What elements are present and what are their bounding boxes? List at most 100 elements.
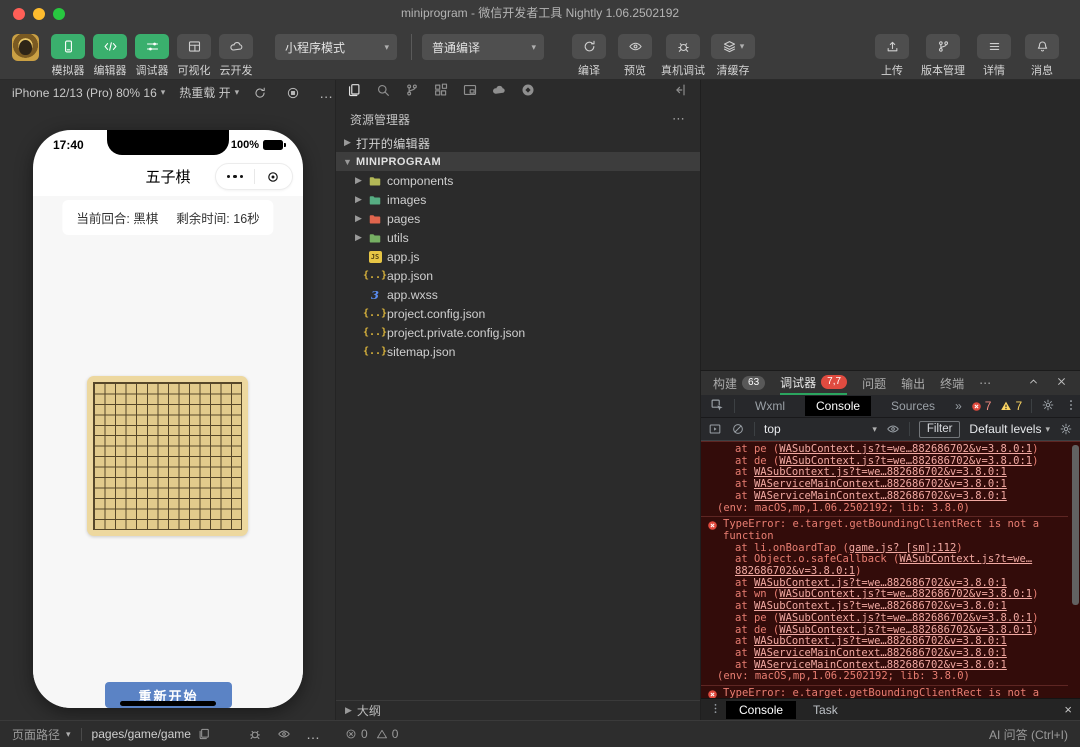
debug-tab-build[interactable]: 构建 63 [713, 371, 766, 395]
tree-item-pages[interactable]: ▶ pages [336, 209, 700, 228]
live-expression-icon[interactable] [886, 422, 900, 436]
debug-tab-problems[interactable]: 问题 [862, 371, 886, 395]
drawer-menu-button[interactable] [709, 702, 722, 718]
debug-tab-output[interactable]: 输出 [901, 371, 925, 395]
tree-item-app-js[interactable]: JS app.js [336, 247, 700, 266]
console-warning-count[interactable]: 7 [1000, 399, 1022, 413]
fullscreen-window-button[interactable] [53, 8, 65, 20]
simulator-stop-button[interactable] [286, 86, 300, 100]
drawer-tab-task[interactable]: Task [800, 701, 851, 719]
clear-console-button[interactable] [731, 422, 745, 436]
outline-section[interactable]: ▶ 大纲 [336, 700, 700, 720]
close-debugger-button[interactable] [1055, 375, 1068, 391]
debug-tabs-more-button[interactable]: ⋯ [979, 376, 992, 390]
tree-item-components[interactable]: ▶ components [336, 171, 700, 190]
activity-package-icon[interactable] [520, 82, 536, 103]
gomoku-board[interactable] [87, 376, 248, 536]
tree-section-open-editors[interactable]: ▶ 打开的编辑器 [336, 133, 700, 152]
stack-link[interactable]: WASubContext.js?t=we…882686702&v=3.8.0:1 [754, 600, 1007, 612]
device-debug-button[interactable]: 真机调试 [661, 34, 705, 78]
more-menu-button[interactable] [216, 174, 254, 179]
simulator-button[interactable]: 模拟器 [49, 34, 87, 78]
stack-link[interactable]: WASubContext.js?t=we…882686702&v=3.8.0:1 [779, 443, 1032, 455]
tree-item-sitemap-json[interactable]: {..} sitemap.json [336, 342, 700, 361]
debugger-button[interactable]: 调试器 [133, 34, 171, 78]
devtools-tab-console[interactable]: Console [805, 396, 872, 416]
console-scrollbar[interactable] [1072, 445, 1079, 605]
activity-extensions-icon[interactable] [433, 82, 449, 103]
devtools-menu-button[interactable] [1064, 398, 1078, 415]
collapse-debugger-button[interactable] [1027, 375, 1040, 391]
version-control-button[interactable]: 版本管理 [921, 34, 965, 78]
tree-item-images[interactable]: ▶ images [336, 190, 700, 209]
stack-link[interactable]: game.js? [sm]:112 [849, 542, 956, 554]
drawer-tab-console[interactable]: Console [726, 700, 797, 719]
device-selector[interactable]: iPhone 12/13 (Pro) 80% 16 ▾ [12, 86, 165, 100]
debug-tab-debugger[interactable]: 调试器 7,7 [780, 371, 848, 395]
stack-link[interactable]: WAServiceMainContext…882686702&v=3.8.0:1 [754, 490, 1007, 502]
tree-item-app-wxss[interactable]: 3 app.wxss [336, 285, 700, 304]
collapse-panel-button[interactable] [672, 82, 688, 103]
activity-files-icon[interactable] [346, 82, 362, 103]
activity-source-control-icon[interactable] [404, 82, 420, 103]
activity-preview-icon[interactable] [462, 82, 478, 103]
close-drawer-button[interactable]: × [1064, 702, 1072, 717]
tree-item-utils[interactable]: ▶ utils [336, 228, 700, 247]
console-settings-button[interactable] [1059, 422, 1073, 436]
stack-link[interactable]: WAServiceMainContext…882686702&v=3.8.0:1 [754, 659, 1007, 671]
clear-cache-button[interactable]: ▾ 清缓存 [711, 34, 755, 78]
compile-button[interactable]: 编译 [569, 34, 609, 78]
upload-button[interactable]: 上传 [873, 34, 911, 78]
log-levels-dropdown[interactable]: Default levels ▾ [969, 422, 1050, 436]
activity-cloud-filled-icon[interactable] [491, 82, 507, 103]
close-miniprogram-button[interactable] [255, 170, 293, 184]
editor-button[interactable]: 编辑器 [91, 34, 129, 78]
minimize-window-button[interactable] [33, 8, 45, 20]
more-tabs-button[interactable]: » [955, 399, 962, 413]
stack-link[interactable]: WAServiceMainContext…882686702&v=3.8.0:1 [754, 478, 1007, 490]
preview-button[interactable]: 预览 [615, 34, 655, 78]
copy-icon[interactable] [197, 727, 211, 741]
stack-link[interactable]: WAServiceMainContext…882686702&v=3.8.0:1 [754, 647, 1007, 659]
visualize-button[interactable]: 可视化 [175, 34, 213, 78]
eye-icon[interactable] [277, 727, 291, 741]
compile-mode-dropdown[interactable]: 普通编译 ▾ [422, 34, 544, 60]
tree-section-miniprogram-root[interactable]: ▼ MINIPROGRAM [336, 152, 700, 171]
stack-link[interactable]: WASubContext.js?t=we…882686702&v=3.8.0:1 [735, 553, 1032, 577]
user-avatar[interactable] [12, 34, 39, 61]
ai-assistant-button[interactable]: AI 问答 (Ctrl+I) [989, 721, 1068, 747]
stack-link[interactable]: WASubContext.js?t=we…882686702&v=3.8.0:1 [779, 612, 1032, 624]
inspect-element-button[interactable] [709, 397, 725, 416]
cloud-dev-button[interactable]: 云开发 [217, 34, 255, 78]
activity-search-icon[interactable] [375, 82, 391, 103]
stack-link[interactable]: WASubContext.js?t=we…882686702&v=3.8.0:1 [779, 588, 1032, 601]
bug-icon[interactable] [248, 727, 262, 741]
tree-item-project-config-json[interactable]: {..} project.config.json [336, 304, 700, 323]
hot-reload-toggle[interactable]: 热重载 开 ▾ [179, 84, 239, 101]
console-sidebar-toggle[interactable] [708, 422, 722, 436]
simulator-more-button[interactable]: … [319, 86, 334, 100]
path-more-button[interactable]: … [306, 727, 321, 741]
simulator-refresh-button[interactable] [253, 86, 267, 100]
devtools-tab-sources[interactable]: Sources [880, 396, 946, 416]
tree-item-project-private-config-json[interactable]: {..} project.private.config.json [336, 323, 700, 342]
stack-link[interactable]: WASubContext.js?t=we…882686702&v=3.8.0:1 [754, 635, 1007, 647]
tree-item-app-json[interactable]: {..} app.json [336, 266, 700, 285]
devtools-tab-wxml[interactable]: Wxml [744, 396, 796, 416]
messages-button[interactable]: 消息 [1023, 34, 1061, 78]
console-filter-input[interactable]: Filter [918, 420, 961, 438]
mode-dropdown[interactable]: 小程序模式 ▾ [275, 34, 397, 60]
problems-summary[interactable]: 0 0 [345, 721, 398, 747]
debug-tab-terminal[interactable]: 终端 [940, 371, 964, 395]
close-window-button[interactable] [13, 8, 25, 20]
stack-link[interactable]: WASubContext.js?t=we…882686702&v=3.8.0:1 [779, 455, 1032, 467]
stack-link[interactable]: WASubContext.js?t=we…882686702&v=3.8.0:1 [754, 577, 1007, 589]
stack-link[interactable]: WASubContext.js?t=we…882686702&v=3.8.0:1 [779, 624, 1032, 636]
page-path-label[interactable]: 页面路径 [12, 726, 60, 743]
context-selector[interactable]: top ▾ [764, 422, 877, 436]
devtools-settings-button[interactable] [1041, 398, 1055, 415]
stack-link[interactable]: WASubContext.js?t=we…882686702&v=3.8.0:1 [754, 466, 1007, 479]
explorer-more-button[interactable]: ⋯ [672, 111, 686, 127]
console-error-count[interactable]: 7 [971, 399, 991, 413]
details-button[interactable]: 详情 [975, 34, 1013, 78]
